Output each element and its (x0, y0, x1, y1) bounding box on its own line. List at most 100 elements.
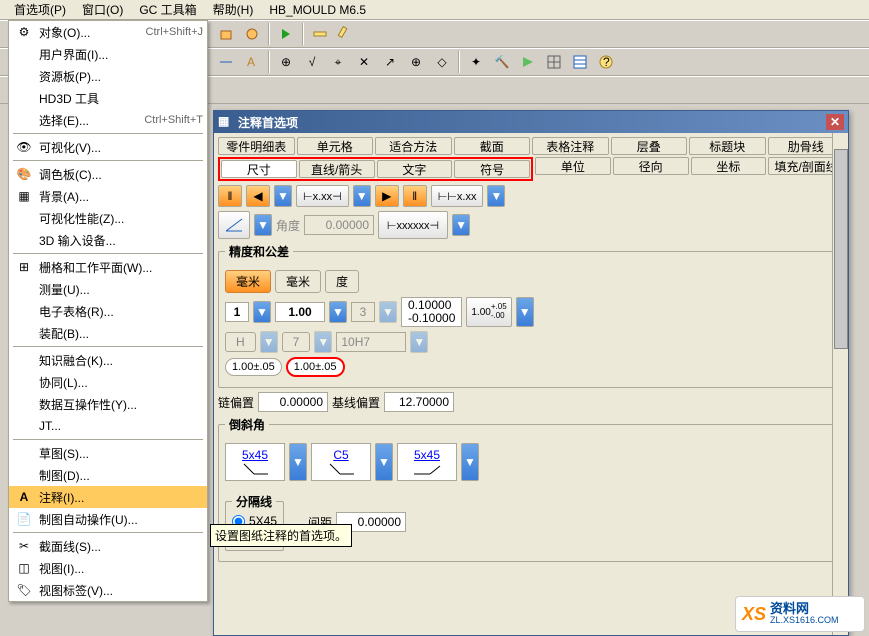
angle-icon-btn[interactable] (218, 211, 250, 239)
dim-format-1[interactable]: ⊢x.xx⊣ (296, 185, 349, 207)
precision-1-input[interactable] (225, 302, 249, 322)
close-button[interactable]: ✕ (826, 114, 844, 130)
dim-style-1[interactable]: ‖ (218, 185, 242, 207)
chamfer-style-1[interactable]: 5x45 (225, 443, 285, 481)
tolerance-pill-1[interactable]: 1.00±.05 (225, 358, 282, 376)
chamfer-style-2[interactable]: C5 (311, 443, 371, 481)
tool-shape-icon[interactable] (240, 22, 264, 46)
extent-dropdown[interactable]: ▼ (452, 214, 470, 236)
menu-select[interactable]: 选择(E)...Ctrl+Shift+T (9, 109, 207, 131)
chamfer-2-dropdown[interactable]: ▼ (375, 443, 393, 481)
tool-table-icon[interactable] (568, 50, 592, 74)
tab-fit-method[interactable]: 适合方法 (375, 137, 452, 155)
precision-2-input[interactable] (275, 302, 325, 322)
tab-parts-list[interactable]: 零件明细表 (218, 137, 295, 155)
unit-mm-2[interactable]: 毫米 (275, 270, 321, 293)
menu-drafting-auto[interactable]: 📄制图自动操作(U)... (9, 508, 207, 530)
menu-spreadsheet[interactable]: 电子表格(R)... (9, 300, 207, 322)
menu-help[interactable]: 帮助(H) (207, 0, 260, 20)
menu-view[interactable]: ◫视图(I)... (9, 557, 207, 579)
tab-stack[interactable]: 层叠 (611, 137, 688, 155)
menu-window[interactable]: 窗口(O) (76, 0, 129, 20)
menu-grid[interactable]: ⊞栅格和工作平面(W)... (9, 256, 207, 278)
tool-grid-icon[interactable] (542, 50, 566, 74)
tol-display-btn[interactable]: 1.00 +.05-.00 (466, 297, 511, 327)
dim-format-2[interactable]: ⊢⊢x.xx (431, 185, 484, 207)
tool-misc1-icon[interactable]: ⊕ (274, 50, 298, 74)
menu-object[interactable]: ⚙对象(O)...Ctrl+Shift+J (9, 21, 207, 43)
menu-hbmould[interactable]: HB_MOULD M6.5 (263, 1, 372, 19)
tab-units[interactable]: 单位 (535, 157, 611, 175)
menu-drafting[interactable]: 制图(D)... (9, 464, 207, 486)
menu-knowledge[interactable]: 知识融合(K)... (9, 349, 207, 371)
scroll-thumb[interactable] (834, 149, 848, 349)
menu-gc-toolbox[interactable]: GC 工具箱 (133, 0, 202, 20)
dim-format-2-dropdown[interactable]: ▼ (487, 185, 505, 207)
dim-format-1-dropdown[interactable]: ▼ (353, 185, 371, 207)
tab-table-note[interactable]: 表格注释 (532, 137, 609, 155)
menu-visperf[interactable]: 可视化性能(Z)... (9, 207, 207, 229)
tool-play-icon[interactable] (274, 22, 298, 46)
tool-help-icon[interactable]: ? (594, 50, 618, 74)
menu-preferences[interactable]: 首选项(P) (8, 0, 72, 20)
chamfer-1-dropdown[interactable]: ▼ (289, 443, 307, 481)
tool-misc5-icon[interactable]: ↗ (378, 50, 402, 74)
tab-radial[interactable]: 径向 (613, 157, 689, 175)
tab-text[interactable]: 文字 (377, 160, 453, 178)
tab-cell[interactable]: 单元格 (297, 137, 374, 155)
angle-dropdown[interactable]: ▼ (254, 214, 272, 236)
menu-jt[interactable]: JT... (9, 415, 207, 437)
tool-ruler-icon[interactable] (308, 22, 332, 46)
tool-ruler2-icon[interactable] (334, 22, 358, 46)
menu-visualize[interactable]: 👁可视化(V)... (9, 136, 207, 158)
unit-degree[interactable]: 度 (325, 270, 359, 293)
tool-dim-icon[interactable] (214, 50, 238, 74)
menu-resource[interactable]: 资源板(P)... (9, 65, 207, 87)
menu-view-label[interactable]: 🏷视图标签(V)... (9, 579, 207, 601)
tab-title-block[interactable]: 标题块 (689, 137, 766, 155)
dialog-titlebar[interactable]: ▦ 注释首选项 ✕ (214, 111, 848, 133)
menu-measure[interactable]: 测量(U)... (9, 278, 207, 300)
menu-assembly[interactable]: 装配(B)... (9, 322, 207, 344)
precision-2-dropdown[interactable]: ▼ (329, 301, 347, 323)
tol-display-dropdown[interactable]: ▼ (516, 297, 534, 327)
tab-dimension[interactable]: 尺寸 (221, 160, 297, 178)
tool-hammer-icon[interactable]: 🔨 (490, 50, 514, 74)
menu-palette[interactable]: 🎨调色板(C)... (9, 163, 207, 185)
extent-btn[interactable]: ⊢xxxxxx⊣ (378, 211, 448, 239)
chain-offset-input[interactable] (258, 392, 328, 412)
menu-background[interactable]: ▦背景(A)... (9, 185, 207, 207)
tab-symbol[interactable]: 符号 (454, 160, 530, 178)
tool-cube-icon[interactable] (214, 22, 238, 46)
tool-target-icon[interactable]: ⊕ (404, 50, 428, 74)
tool-misc6-icon[interactable]: ◇ (430, 50, 454, 74)
unit-mm-1[interactable]: 毫米 (225, 270, 271, 293)
menu-ui[interactable]: 用户界面(I)... (9, 43, 207, 65)
menu-section-line[interactable]: ✂截面线(S)... (9, 535, 207, 557)
menu-hd3d[interactable]: HD3D 工具 (9, 87, 207, 109)
dim-style-2[interactable]: ◀ (246, 185, 270, 207)
menu-annotation[interactable]: A注释(I)... (9, 486, 207, 508)
tab-ordinate[interactable]: 坐标 (691, 157, 767, 175)
tool-misc4-icon[interactable]: ✕ (352, 50, 376, 74)
tab-section[interactable]: 截面 (454, 137, 531, 155)
dim-style-2-dropdown[interactable]: ▼ (274, 185, 292, 207)
dim-style-4[interactable]: ‖ (403, 185, 427, 207)
precision-1-dropdown[interactable]: ▼ (253, 301, 271, 323)
menu-sketch[interactable]: 草图(S)... (9, 442, 207, 464)
menu-interop[interactable]: 数据互操作性(Y)... (9, 393, 207, 415)
baseline-offset-input[interactable] (384, 392, 454, 412)
tool-text-icon[interactable]: A (240, 50, 264, 74)
tolerance-pill-2[interactable]: 1.00±.05 (286, 357, 345, 377)
dialog-scrollbar[interactable] (832, 133, 848, 635)
dim-style-3[interactable]: ▶ (375, 185, 399, 207)
tool-flag-icon[interactable] (516, 50, 540, 74)
menu-3dinput[interactable]: 3D 输入设备... (9, 229, 207, 251)
tool-wand-icon[interactable]: ✦ (464, 50, 488, 74)
menu-collab[interactable]: 协同(L)... (9, 371, 207, 393)
tab-line-arrow[interactable]: 直线/箭头 (299, 160, 375, 178)
tool-misc2-icon[interactable]: √ (300, 50, 324, 74)
tool-misc3-icon[interactable]: ⌖ (326, 50, 350, 74)
chamfer-3-dropdown[interactable]: ▼ (461, 443, 479, 481)
chamfer-style-3[interactable]: 5x45 (397, 443, 457, 481)
